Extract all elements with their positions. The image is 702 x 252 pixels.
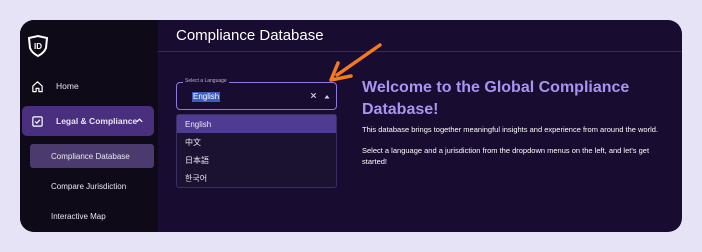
language-option-chinese[interactable]: 中文 — [177, 133, 336, 151]
home-icon — [32, 80, 43, 92]
welcome-paragraph-instructions: Select a language and a jurisdiction fro… — [362, 146, 650, 166]
main-content: Compliance Database Select a Language En… — [158, 20, 682, 232]
language-option-english[interactable]: English — [177, 115, 336, 133]
sidebar-subitem-label: Compare Jurisdiction — [51, 181, 127, 191]
chevron-up-icon[interactable] — [135, 116, 144, 125]
welcome-paragraph-intro: This database brings together meaningful… — [362, 125, 659, 134]
page-title: Compliance Database — [176, 27, 324, 44]
language-select[interactable]: Select a Language English — [176, 78, 337, 110]
sidebar-item-legal-compliance[interactable]: Legal & Compliance — [22, 106, 154, 136]
language-select-label: Select a Language — [183, 78, 229, 84]
language-select-input[interactable]: English — [192, 92, 221, 102]
welcome-title: Welcome to the Global Compliance Databas… — [362, 79, 630, 118]
sidebar: ID Home Legal & Compliance Compliance Da… — [20, 20, 158, 232]
sidebar-item-home[interactable]: Home — [22, 72, 156, 100]
language-dropdown: English 中文 日本語 한국어 — [176, 114, 337, 188]
welcome-panel: Welcome to the Global Compliance Databas… — [362, 77, 662, 167]
caret-up-icon[interactable] — [324, 94, 330, 99]
sidebar-subitem-label: Interactive Map — [51, 211, 106, 221]
checkbox-icon — [32, 115, 43, 127]
annotation-arrow-icon — [329, 43, 382, 82]
sidebar-item-label: Legal & Compliance — [56, 116, 138, 126]
sidebar-subitem-interactive-map[interactable]: Interactive Map — [30, 204, 154, 228]
sidebar-subitem-compare-jurisdiction[interactable]: Compare Jurisdiction — [30, 174, 154, 198]
page-header: Compliance Database — [158, 20, 682, 52]
clear-icon[interactable] — [309, 91, 318, 100]
sidebar-subitem-compliance-database[interactable]: Compliance Database — [30, 144, 154, 168]
language-option-japanese[interactable]: 日本語 — [177, 151, 336, 169]
svg-text:ID: ID — [34, 42, 42, 51]
kid-logo-icon[interactable]: ID — [26, 34, 50, 58]
language-option-korean[interactable]: 한국어 — [177, 169, 336, 187]
sidebar-item-label: Home — [56, 81, 79, 91]
sidebar-subitem-label: Compliance Database — [51, 151, 130, 161]
